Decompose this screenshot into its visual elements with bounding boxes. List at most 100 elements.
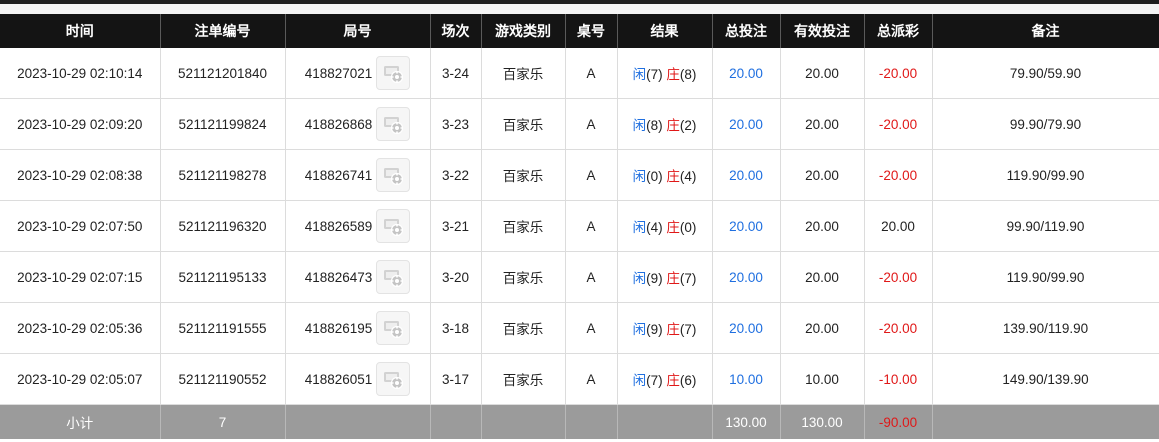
cell-round-no: 418826195	[285, 302, 431, 354]
banker-score: (7)	[679, 271, 697, 286]
session-text: 3-20	[441, 269, 470, 285]
cell-valid-bet: 20.00	[780, 302, 865, 354]
note-text: 99.90/119.90	[1006, 218, 1085, 234]
cell-result: 闲(9) 庄(7)	[617, 251, 713, 303]
header-row: 时间 注单编号 局号 场次 游戏类别 桌号 结果 总投注 有效投注 总派彩 备注	[0, 14, 1159, 48]
cell-time: 2023-10-29 02:09:20	[0, 98, 161, 150]
table-text: A	[586, 371, 596, 387]
cell-valid-bet: 20.00	[780, 251, 865, 303]
banker-score: (4)	[679, 169, 697, 184]
cell-payout: 20.00	[864, 200, 933, 252]
banker-label: 庄	[666, 118, 680, 133]
game-text: 百家乐	[502, 220, 544, 235]
cell-payout: -20.00	[864, 302, 933, 354]
cell-total-bet: 20.00	[712, 251, 781, 303]
player-label: 闲	[632, 169, 647, 184]
col-header-total-bet[interactable]: 总投注	[712, 14, 781, 48]
time-text: 2023-10-29 02:05:36	[17, 320, 143, 336]
table-row: 2023-10-29 02:09:20 521121199824 4188268…	[0, 98, 1159, 150]
cell-order-no: 521121196320	[160, 200, 286, 252]
game-replay-icon[interactable]	[376, 311, 411, 345]
cell-game: 百家乐	[481, 251, 566, 303]
cell-note: 79.90/59.90	[932, 48, 1159, 99]
cell-table: A	[565, 353, 618, 405]
player-score: (7)	[646, 373, 663, 388]
payout-text: -20.00	[878, 65, 918, 81]
order-no-text: 521121195133	[178, 269, 267, 285]
cell-payout: -20.00	[864, 48, 933, 99]
game-replay-icon[interactable]	[376, 362, 411, 396]
game-text: 百家乐	[502, 169, 544, 184]
cell-total-bet: 20.00	[712, 48, 781, 99]
col-header-order-no[interactable]: 注单编号	[160, 14, 286, 48]
cell-order-no: 521121198278	[160, 149, 286, 201]
cell-time: 2023-10-29 02:10:14	[0, 48, 161, 99]
game-replay-icon[interactable]	[376, 209, 411, 243]
cell-result: 闲(7) 庄(8)	[617, 48, 713, 99]
table-row: 2023-10-29 02:07:50 521121196320 4188265…	[0, 200, 1159, 252]
cell-note: 119.90/99.90	[932, 149, 1159, 201]
valid-bet-text: 20.00	[805, 65, 839, 81]
cell-total-bet: 20.00	[712, 149, 781, 201]
game-replay-icon[interactable]	[376, 107, 411, 141]
col-header-session[interactable]: 场次	[430, 14, 482, 48]
table-text: A	[586, 116, 596, 132]
table-text: A	[586, 269, 596, 285]
table-row: 2023-10-29 02:10:14 521121201840 4188270…	[0, 48, 1159, 99]
game-replay-icon[interactable]	[376, 56, 411, 90]
banker-label: 庄	[666, 373, 680, 388]
session-text: 3-18	[441, 320, 470, 336]
note-text: 139.90/119.90	[1002, 320, 1089, 336]
total-bet-text: 20.00	[729, 167, 763, 183]
cell-game: 百家乐	[481, 200, 566, 252]
col-header-time[interactable]: 时间	[0, 14, 161, 48]
result-text: 闲(0) 庄(4)	[633, 169, 697, 184]
player-score: (0)	[646, 169, 663, 184]
game-replay-icon[interactable]	[376, 158, 411, 192]
game-text: 百家乐	[502, 373, 544, 388]
payout-text: -20.00	[878, 167, 918, 183]
cell-total-bet: 20.00	[712, 302, 781, 354]
time-text: 2023-10-29 02:09:20	[17, 116, 143, 132]
col-header-note[interactable]: 备注	[932, 14, 1159, 48]
cell-order-no: 521121201840	[160, 48, 286, 99]
cell-game: 百家乐	[481, 98, 566, 150]
cell-table: A	[565, 302, 618, 354]
order-no-text: 521121199824	[178, 116, 267, 132]
cell-valid-bet: 10.00	[780, 353, 865, 405]
round-no-text: 418826051	[304, 371, 373, 387]
player-score: (7)	[646, 67, 663, 82]
col-header-payout[interactable]: 总派彩	[864, 14, 933, 48]
col-header-result[interactable]: 结果	[617, 14, 713, 48]
table-row: 2023-10-29 02:08:38 521121198278 4188267…	[0, 149, 1159, 201]
banker-label: 庄	[666, 322, 680, 337]
col-header-table[interactable]: 桌号	[565, 14, 618, 48]
col-header-round-no[interactable]: 局号	[285, 14, 431, 48]
cell-valid-bet: 20.00	[780, 200, 865, 252]
cell-session: 3-20	[430, 251, 482, 303]
banker-score: (6)	[679, 373, 697, 388]
game-replay-icon[interactable]	[376, 260, 411, 294]
cell-total-bet: 20.00	[712, 200, 781, 252]
result-text: 闲(4) 庄(0)	[633, 220, 697, 235]
col-header-valid-bet[interactable]: 有效投注	[780, 14, 865, 48]
round-no-text: 418827021	[304, 65, 373, 81]
table-row: 2023-10-29 02:05:36 521121191555 4188261…	[0, 302, 1159, 354]
total-bet-text: 10.00	[729, 371, 763, 387]
cell-payout: -20.00	[864, 149, 933, 201]
game-text: 百家乐	[502, 322, 544, 337]
banker-label: 庄	[666, 67, 680, 82]
payout-text: -20.00	[878, 320, 918, 336]
subtotal-empty	[617, 404, 713, 439]
total-bet-text: 20.00	[729, 65, 763, 81]
col-header-game[interactable]: 游戏类别	[481, 14, 566, 48]
cell-note: 99.90/119.90	[932, 200, 1159, 252]
time-text: 2023-10-29 02:07:15	[17, 269, 143, 285]
note-text: 99.90/79.90	[1009, 116, 1082, 132]
player-label: 闲	[632, 67, 647, 82]
cell-session: 3-22	[430, 149, 482, 201]
payout-text: 20.00	[881, 218, 915, 234]
cell-time: 2023-10-29 02:05:36	[0, 302, 161, 354]
player-label: 闲	[632, 118, 647, 133]
round-no-text: 418826741	[304, 167, 373, 183]
